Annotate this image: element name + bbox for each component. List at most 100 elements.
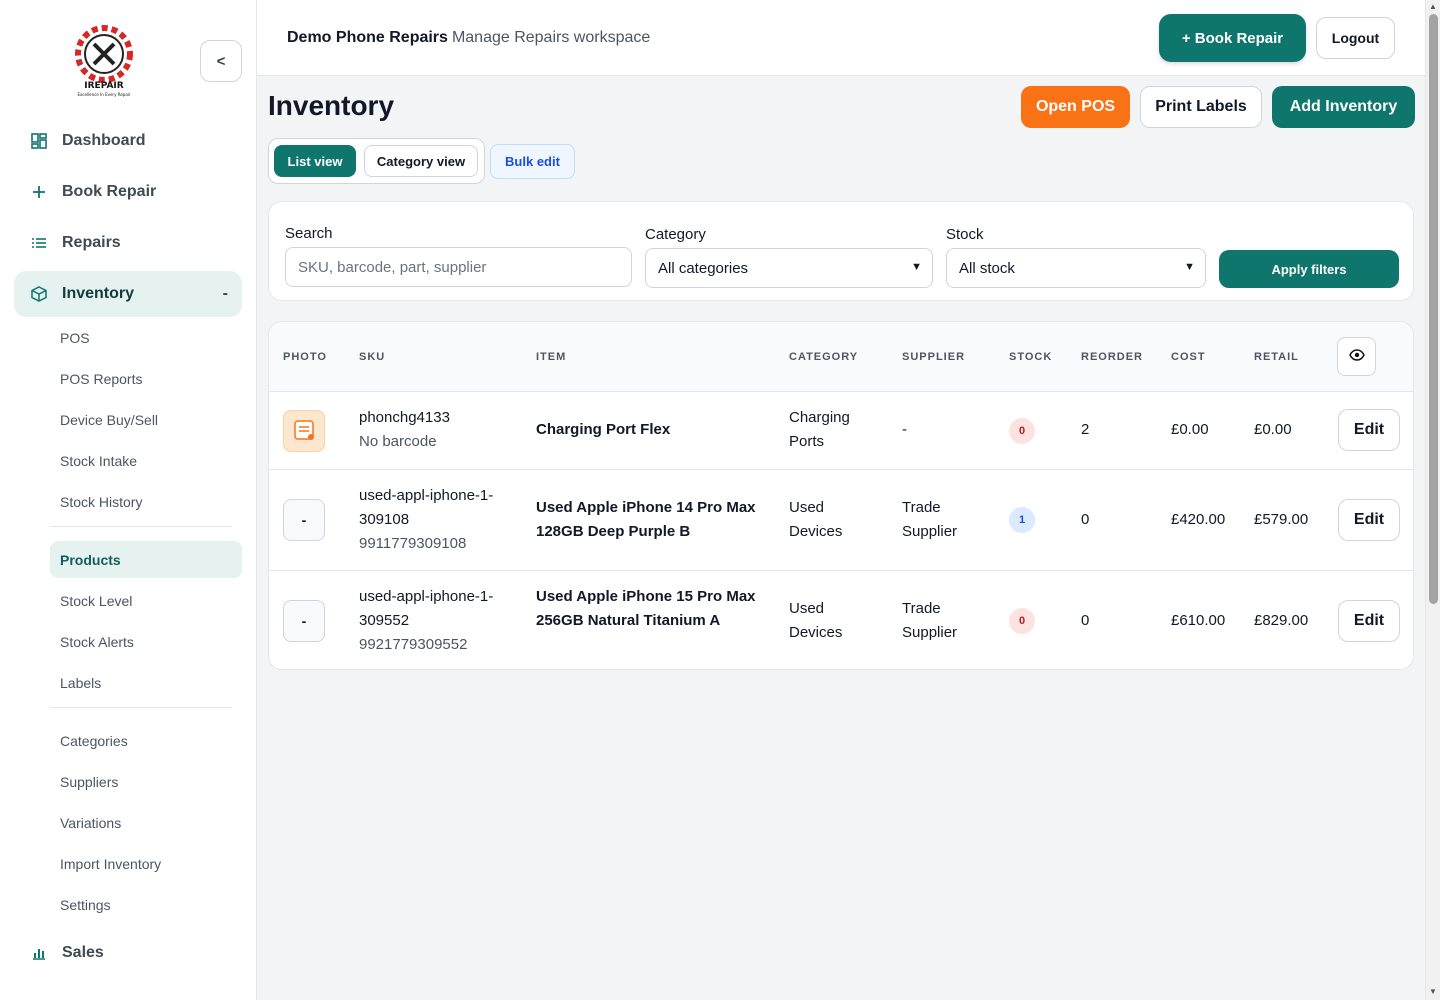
dashboard-icon — [30, 132, 48, 150]
product-photo[interactable] — [283, 410, 325, 452]
inventory-table: PHOTO SKU ITEM CATEGORY SUPPLIER STOCK R… — [268, 321, 1414, 670]
bar-chart-icon — [30, 944, 48, 962]
photo-placeholder[interactable]: - — [283, 499, 325, 541]
sidebar-sub-products[interactable]: Products — [50, 541, 242, 578]
barcode-text: No barcode — [359, 433, 437, 450]
filter-panel: Search SKU, barcode, part, supplier Cate… — [268, 201, 1414, 301]
sidebar-sub-labels[interactable]: Labels — [50, 664, 242, 701]
sidebar-sub-stock-level[interactable]: Stock Level — [50, 582, 242, 619]
logout-button[interactable]: Logout — [1316, 17, 1395, 59]
sidebar-sub-pos[interactable]: POS — [50, 319, 242, 356]
chevron-down-icon: ▼ — [1184, 261, 1195, 273]
column-header-item: ITEM — [536, 351, 567, 363]
cost-text: £0.00 — [1171, 421, 1209, 438]
divider — [50, 707, 232, 708]
search-label: Search — [285, 225, 333, 242]
apply-filters-button[interactable]: Apply filters — [1219, 250, 1399, 288]
page-title: Inventory — [268, 90, 395, 121]
table-row[interactable]: - used-appl-iphone-1-309108 991177930910… — [269, 470, 1413, 571]
book-repair-button[interactable]: + Book Repair — [1159, 14, 1306, 62]
cost-text: £610.00 — [1171, 612, 1226, 629]
supplier-text: - — [902, 421, 907, 438]
supplier-text: Trade Supplier — [902, 499, 958, 540]
business-name: Demo Phone Repairs — [287, 29, 448, 46]
table-row[interactable]: phonchg4133 No barcode Charging Port Fle… — [269, 392, 1413, 470]
sidebar-item-label: Dashboard — [62, 132, 146, 149]
sidebar-item-label: Book Repair — [62, 183, 157, 200]
sidebar-sub-stock-alerts[interactable]: Stock Alerts — [50, 623, 242, 660]
print-labels-button[interactable]: Print Labels — [1140, 86, 1262, 128]
edit-button[interactable]: Edit — [1338, 499, 1400, 541]
retail-text: £0.00 — [1254, 421, 1292, 438]
category-select[interactable]: All categories ▼ — [645, 248, 933, 288]
sidebar-sub-stock-intake[interactable]: Stock Intake — [50, 442, 242, 479]
table-header: PHOTO SKU ITEM CATEGORY SUPPLIER STOCK R… — [269, 322, 1413, 392]
sidebar-item-dashboard[interactable]: Dashboard — [14, 118, 242, 164]
view-toggle: List view Category view — [268, 138, 485, 184]
column-header-stock: STOCK — [1009, 351, 1053, 363]
sku-text: used-appl-iphone-1-309108 — [359, 487, 494, 528]
add-inventory-button[interactable]: Add Inventory — [1272, 86, 1415, 128]
scroll-down-arrow-icon[interactable]: ▼ — [1429, 987, 1437, 996]
stock-select-value: All stock — [959, 259, 1015, 277]
sidebar-sub-import-inventory[interactable]: Import Inventory — [50, 845, 242, 882]
sku-text: phonchg4133 — [359, 409, 450, 426]
irepair-logo[interactable]: IREPAIR Excellence In Every Repair — [72, 22, 136, 98]
column-visibility-button[interactable] — [1337, 337, 1376, 376]
sidebar-item-label: Repairs — [62, 234, 121, 251]
column-header-retail: RETAIL — [1254, 351, 1299, 363]
bulk-edit-button[interactable]: Bulk edit — [490, 144, 575, 179]
supplier-text: Trade Supplier — [902, 600, 958, 641]
sku-text: used-appl-iphone-1-309552 — [359, 588, 494, 629]
item-name[interactable]: Used Apple iPhone 15 Pro Max 256GB Natur… — [536, 585, 766, 633]
collapse-toggle[interactable]: - — [223, 285, 228, 303]
column-header-category: CATEGORY — [789, 351, 859, 363]
chevron-down-icon: ▼ — [911, 261, 922, 273]
stock-select[interactable]: All stock ▼ — [946, 248, 1206, 288]
sidebar-item-sales[interactable]: Sales — [14, 930, 242, 976]
column-header-supplier: SUPPLIER — [902, 351, 966, 363]
sidebar-collapse-button[interactable]: < — [200, 40, 242, 82]
reorder-text: 2 — [1081, 421, 1090, 438]
sidebar-item-label: Inventory — [62, 285, 135, 302]
sidebar-sub-categories[interactable]: Categories — [50, 722, 242, 759]
barcode-text: 9911779309108 — [359, 535, 467, 552]
edit-button[interactable]: Edit — [1338, 409, 1400, 451]
page-scrollbar[interactable]: ▲ ▼ — [1425, 0, 1440, 1000]
list-view-button[interactable]: List view — [274, 145, 356, 177]
category-label: Category — [645, 226, 706, 243]
edit-button[interactable]: Edit — [1338, 600, 1400, 642]
category-select-value: All categories — [658, 259, 749, 277]
sidebar-sub-suppliers[interactable]: Suppliers — [50, 763, 242, 800]
scroll-up-arrow-icon[interactable]: ▲ — [1429, 2, 1437, 11]
item-name[interactable]: Used Apple iPhone 14 Pro Max 128GB Deep … — [536, 496, 761, 544]
sidebar: IREPAIR Excellence In Every Repair < Das… — [0, 0, 257, 1000]
item-name[interactable]: Charging Port Flex — [536, 418, 670, 442]
cost-text: £420.00 — [1171, 511, 1226, 528]
sidebar-sub-settings[interactable]: Settings — [50, 886, 242, 923]
barcode-text: 9921779309552 — [359, 636, 468, 653]
reorder-text: 0 — [1081, 511, 1090, 528]
sidebar-item-book-repair[interactable]: Book Repair — [14, 169, 242, 215]
list-icon — [30, 234, 48, 252]
sidebar-sub-device-buy-sell[interactable]: Device Buy/Sell — [50, 401, 242, 438]
workspace-label: Manage Repairs workspace — [451, 29, 651, 46]
column-header-reorder: REORDER — [1081, 351, 1144, 363]
sidebar-sub-pos-reports[interactable]: POS Reports — [50, 360, 242, 397]
table-row[interactable]: - used-appl-iphone-1-309552 992177930955… — [269, 571, 1413, 669]
photo-placeholder[interactable]: - — [283, 600, 325, 642]
column-header-sku: SKU — [359, 351, 386, 363]
sidebar-sub-variations[interactable]: Variations — [50, 804, 242, 841]
sidebar-sub-stock-history[interactable]: Stock History — [50, 483, 242, 520]
retail-text: £829.00 — [1254, 612, 1309, 629]
sidebar-item-label: Sales — [62, 944, 104, 961]
category-text: Charging Ports — [789, 409, 850, 450]
eye-icon — [1348, 348, 1365, 366]
open-pos-button[interactable]: Open POS — [1021, 86, 1130, 128]
search-input[interactable]: SKU, barcode, part, supplier — [285, 247, 632, 287]
category-view-button[interactable]: Category view — [364, 145, 478, 177]
sidebar-item-repairs[interactable]: Repairs — [14, 220, 242, 266]
sidebar-item-inventory[interactable]: Inventory - — [14, 271, 242, 317]
column-header-photo: PHOTO — [283, 351, 327, 363]
scrollbar-thumb[interactable] — [1429, 14, 1438, 604]
